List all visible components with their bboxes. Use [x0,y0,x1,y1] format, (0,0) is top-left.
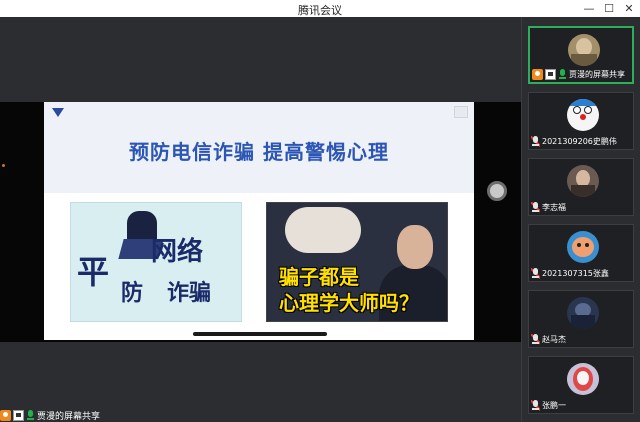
participant-caption: 李志福 [531,201,566,213]
participant-sidebar: 贾漫的屏幕共享 2021309206史鹏伟 李志福 2021307315张鑫 赵… [521,17,640,422]
stage-cursor-dot [2,164,5,167]
avatar [567,297,599,329]
share-status-bar: 贾漫的屏幕共享 [0,408,100,422]
participant-caption: 张鹏一 [531,399,566,411]
participant-tile[interactable]: 张鹏一 [528,356,634,414]
slide-title: 预防电信诈骗 提高警惕心理 [129,140,389,164]
participant-caption: 贾漫的屏幕共享 [532,68,625,80]
screen-share-icon [13,409,24,421]
floating-control-button[interactable] [487,181,507,201]
illustration-text-fang: 防 [121,280,144,306]
participant-tile[interactable]: 2021309206史鹏伟 [528,92,634,150]
participant-name: 贾漫的屏幕共享 [569,69,625,79]
microphone-icon [558,68,567,80]
window-title: 腾讯会议 [298,4,342,17]
title-bar: 腾讯会议 — ☐ ✕ [0,0,640,17]
maximize-button[interactable]: ☐ [598,0,620,17]
participant-name: 2021307315张鑫 [542,268,609,278]
microphone-muted-icon [531,333,540,345]
microphone-icon [26,409,35,421]
thought-bubble [285,207,361,253]
horizontal-scrollbar[interactable] [193,332,327,336]
participant-tile[interactable]: 赵马杰 [528,290,634,348]
close-button[interactable]: ✕ [618,0,640,17]
participant-caption: 赵马杰 [531,333,566,345]
illustration-text-zhapian: 诈骗 [167,280,212,306]
triangle-icon [52,108,64,117]
microphone-muted-icon [531,201,540,213]
participant-name: 2021309206史鹏伟 [542,136,617,146]
illustration-text-net: 网络 [151,237,204,267]
user-icon [532,68,543,80]
participant-tile[interactable]: 2021307315张鑫 [528,224,634,282]
illustration-text-ping: 平 [77,253,110,291]
participant-tile[interactable]: 李志福 [528,158,634,216]
screen-share-icon [545,68,556,80]
page-corner-icon [454,106,468,118]
thumbnail-caption-line2: 心理学大师吗？ [279,291,419,315]
participant-name: 李志福 [542,202,566,212]
thumbnail-caption-line1: 骗子都是 [279,265,359,289]
presentation-slide: 预防电信诈骗 提高警惕心理 网络 平 防 诈骗 骗子都是 心理学大师吗？ [44,102,474,340]
participant-tile[interactable]: 贾漫的屏幕共享 [528,26,634,84]
microphone-muted-icon [531,135,540,147]
video-thumbnail: 骗子都是 心理学大师吗？ [266,202,448,322]
participant-caption: 2021309206史鹏伟 [531,135,617,147]
minimize-button[interactable]: — [578,0,600,17]
participant-caption: 2021307315张鑫 [531,267,609,279]
avatar [567,99,599,131]
avatar [568,34,600,66]
anti-fraud-illustration: 网络 平 防 诈骗 [70,202,242,322]
avatar [567,231,599,263]
avatar [567,363,599,395]
presenter-face [397,225,433,269]
user-icon [0,409,11,421]
microphone-muted-icon [531,267,540,279]
participant-name: 赵马杰 [542,334,566,344]
share-status-label: 贾漫的屏幕共享 [37,411,101,422]
microphone-muted-icon [531,399,540,411]
avatar [567,165,599,197]
participant-name: 张鹏一 [542,400,566,410]
